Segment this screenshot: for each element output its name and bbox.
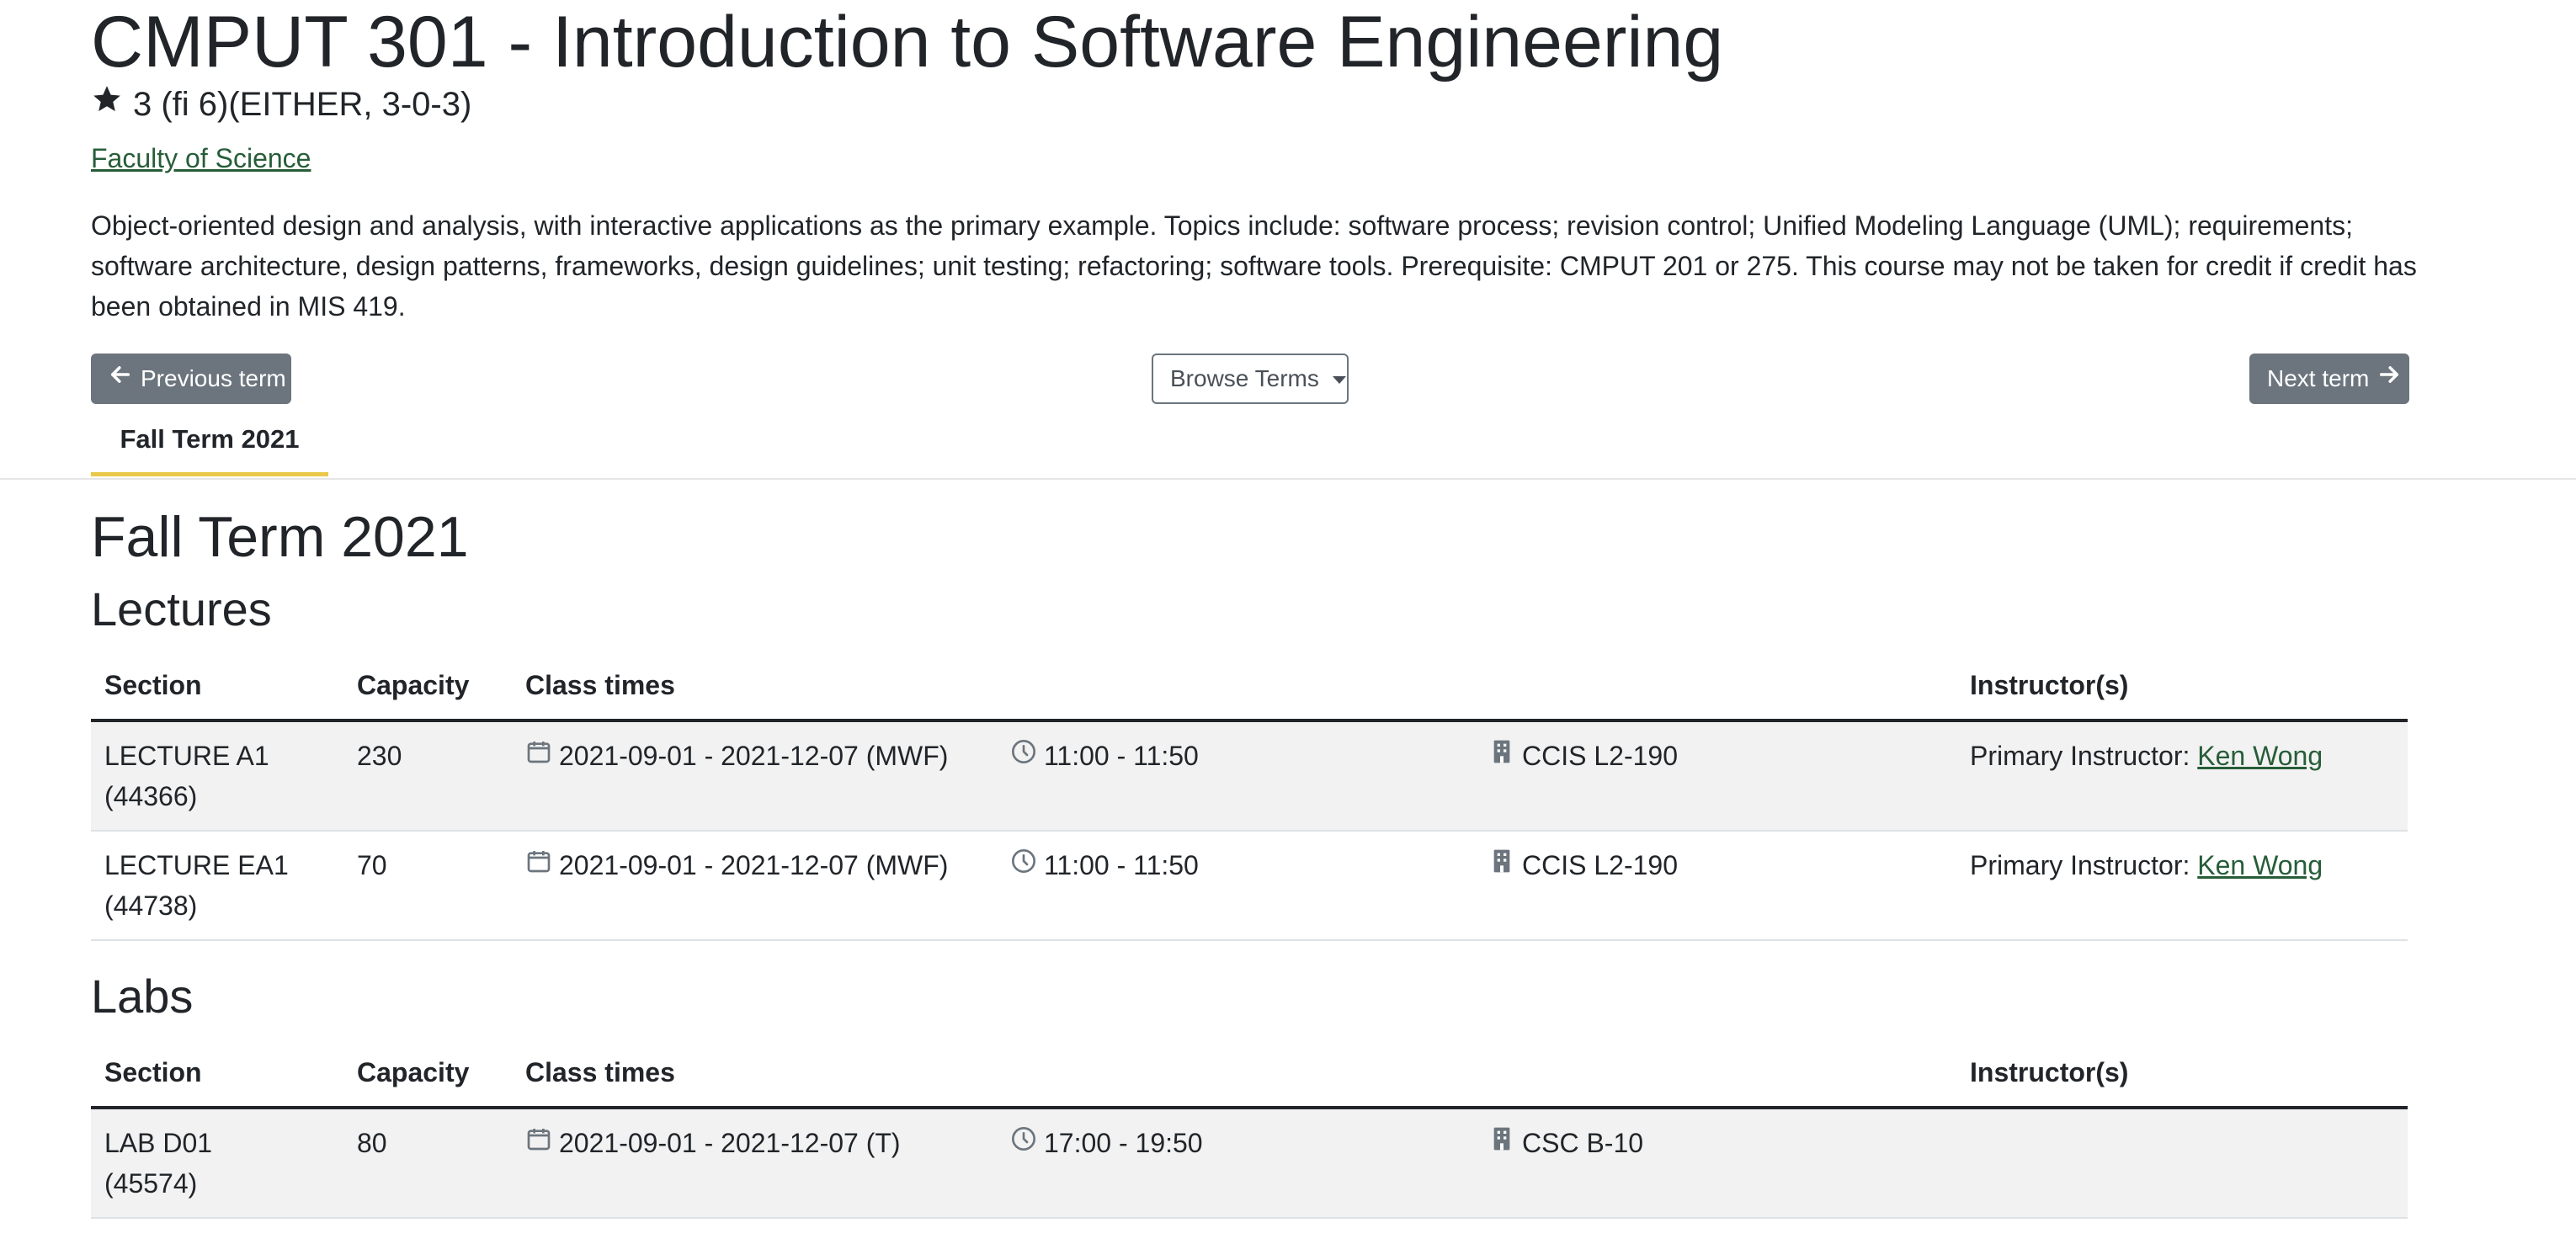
column-header-time — [997, 648, 1475, 722]
table-header-row: Section Capacity Class times Instructor(… — [91, 1035, 2408, 1109]
labs-heading: Labs — [91, 970, 194, 1023]
browse-terms-dropdown[interactable]: Browse Terms — [1152, 354, 1349, 404]
clock-icon — [1010, 736, 1037, 776]
instructor-prefix: Primary Instructor: — [1970, 850, 2190, 880]
capacity-cell: 80 — [343, 1108, 512, 1219]
units-text: 3 (fi 6)(EITHER, 3-0-3) — [133, 86, 472, 123]
section-name: LECTURE A1 — [104, 741, 269, 771]
section-cell: LECTURE EA1 (44738) — [91, 831, 343, 941]
section-name: LAB D01 — [104, 1128, 213, 1158]
instructor-link[interactable]: Ken Wong — [2197, 850, 2323, 880]
caret-down-icon — [1332, 375, 1346, 384]
tab-fall-term-2021[interactable]: Fall Term 2021 — [91, 407, 328, 476]
section-cell: LECTURE A1 (44366) — [91, 720, 343, 832]
previous-term-label: Previous term — [141, 365, 286, 391]
column-header-location — [1475, 1035, 1956, 1109]
column-header-class-times: Class times — [512, 648, 997, 722]
capacity-cell: 70 — [343, 831, 512, 941]
term-heading: Fall Term 2021 — [91, 505, 469, 569]
dates-text: 2021-09-01 - 2021-12-07 (MWF) — [559, 741, 949, 771]
course-title: CMPUT 301 - Introduction to Software Eng… — [91, 2, 1724, 82]
dates-cell: 2021-09-01 - 2021-12-07 (MWF) — [512, 720, 997, 832]
previous-term-button[interactable]: Previous term — [91, 354, 291, 404]
instructor-cell — [1956, 1108, 2408, 1219]
page: CMPUT 301 - Introduction to Software Eng… — [0, 0, 2576, 1244]
term-tab-bar: Fall Term 2021 — [0, 407, 2576, 480]
section-cell: LAB D01 (45574) — [91, 1108, 343, 1219]
time-cell: 11:00 - 11:50 — [997, 831, 1475, 941]
table-header-row: Section Capacity Class times Instructor(… — [91, 648, 2408, 722]
room-text: CSC B-10 — [1522, 1128, 1644, 1158]
section-id: (44366) — [104, 781, 198, 811]
column-header-section: Section — [91, 1035, 343, 1109]
building-icon — [1488, 736, 1515, 776]
next-term-button[interactable]: Next term — [2249, 354, 2409, 404]
section-id: (44738) — [104, 890, 198, 921]
room-text: CCIS L2-190 — [1522, 850, 1678, 880]
time-cell: 11:00 - 11:50 — [997, 720, 1475, 832]
time-cell: 17:00 - 19:50 — [997, 1108, 1475, 1219]
building-icon — [1488, 1123, 1515, 1163]
dates-cell: 2021-09-01 - 2021-12-07 (T) — [512, 1108, 997, 1219]
room-cell: CCIS L2-190 — [1475, 831, 1956, 941]
table-row: LECTURE EA1 (44738) 70 2021-09-01 - 2021… — [91, 831, 2408, 941]
instructor-cell: Primary Instructor: Ken Wong — [1956, 720, 2408, 832]
column-header-section: Section — [91, 648, 343, 722]
clock-icon — [1010, 1123, 1037, 1163]
table-row: LAB D01 (45574) 80 2021-09-01 - 2021-12-… — [91, 1108, 2408, 1219]
calendar-icon — [525, 1123, 552, 1163]
column-header-time — [997, 1035, 1475, 1109]
instructor-link[interactable]: Ken Wong — [2197, 741, 2323, 771]
section-id: (45574) — [104, 1168, 198, 1199]
room-cell: CCIS L2-190 — [1475, 720, 1956, 832]
clock-icon — [1010, 845, 1037, 885]
course-description: Object-oriented design and analysis, wit… — [91, 210, 2417, 322]
calendar-icon — [525, 736, 552, 776]
dates-cell: 2021-09-01 - 2021-12-07 (MWF) — [512, 831, 997, 941]
column-header-class-times: Class times — [512, 1035, 997, 1109]
dates-text: 2021-09-01 - 2021-12-07 (MWF) — [559, 850, 949, 880]
browse-terms-label: Browse Terms — [1170, 365, 1319, 391]
column-header-capacity: Capacity — [343, 648, 512, 722]
arrow-left-icon — [109, 354, 132, 404]
room-text: CCIS L2-190 — [1522, 741, 1678, 771]
calendar-icon — [525, 845, 552, 885]
lectures-table: Section Capacity Class times Instructor(… — [91, 648, 2408, 941]
section-name: LECTURE EA1 — [104, 850, 289, 880]
labs-table: Section Capacity Class times Instructor(… — [91, 1035, 2408, 1219]
dates-text: 2021-09-01 - 2021-12-07 (T) — [559, 1128, 901, 1158]
time-text: 11:00 - 11:50 — [1044, 741, 1199, 771]
instructor-prefix: Primary Instructor: — [1970, 741, 2190, 771]
star-icon — [91, 81, 123, 128]
room-cell: CSC B-10 — [1475, 1108, 1956, 1219]
time-text: 11:00 - 11:50 — [1044, 850, 1199, 880]
column-header-instructors: Instructor(s) — [1956, 1035, 2408, 1109]
instructor-cell: Primary Instructor: Ken Wong — [1956, 831, 2408, 941]
building-icon — [1488, 845, 1515, 885]
time-text: 17:00 - 19:50 — [1044, 1128, 1203, 1158]
course-units: 3 (fi 6)(EITHER, 3-0-3) — [91, 81, 471, 128]
faculty-link[interactable]: Faculty of Science — [91, 138, 311, 178]
arrow-right-icon — [2377, 354, 2401, 404]
table-row: LECTURE A1 (44366) 230 2021-09-01 - 2021… — [91, 720, 2408, 832]
next-term-label: Next term — [2267, 365, 2370, 391]
column-header-capacity: Capacity — [343, 1035, 512, 1109]
lectures-heading: Lectures — [91, 582, 272, 635]
capacity-cell: 230 — [343, 720, 512, 832]
column-header-instructors: Instructor(s) — [1956, 648, 2408, 722]
column-header-location — [1475, 648, 1956, 722]
